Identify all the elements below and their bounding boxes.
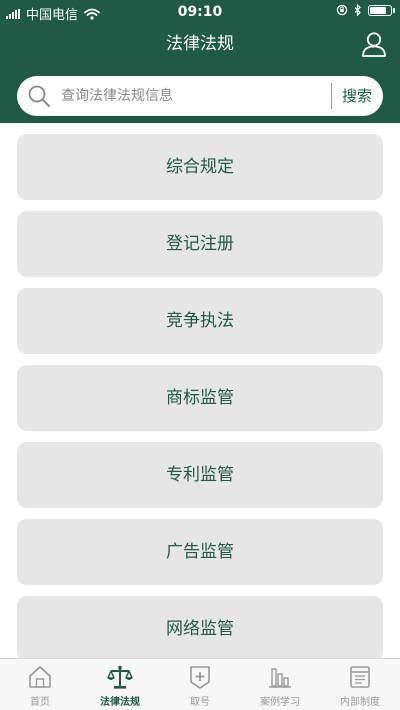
scales-icon — [107, 665, 133, 689]
bluetooth-icon — [354, 4, 361, 16]
category-item-network-supervision[interactable]: 网络监管 — [17, 596, 383, 662]
search-icon — [28, 85, 50, 107]
category-item-trademark-supervision[interactable]: 商标监管 — [17, 365, 383, 431]
battery-icon — [368, 4, 395, 16]
battery-level-fill — [370, 6, 386, 14]
home-icon — [29, 666, 51, 688]
tab-laws[interactable]: 法律法规 — [80, 659, 160, 710]
category-list: 综合规定 登记注册 竞争执法 商标监管 专利监管 广告监管 网络监管 — [17, 134, 383, 673]
app-header: 中国电信 09:10 法律法规 查询法律法规信息 搜索 — [0, 0, 400, 123]
tab-label: 首页 — [30, 697, 50, 708]
category-item-general-provisions[interactable]: 综合规定 — [17, 134, 383, 200]
category-item-advertising-supervision[interactable]: 广告监管 — [17, 519, 383, 585]
status-right — [336, 4, 395, 16]
tab-label: 法律法规 — [100, 697, 140, 708]
tab-take-number[interactable]: 取号 — [160, 659, 240, 710]
tab-label: 内部制度 — [340, 697, 380, 708]
status-bar: 中国电信 09:10 — [0, 0, 400, 26]
search-bar: 搜索 — [17, 76, 383, 116]
bottom-tab-bar: 首页 法律法规 取号 案例学习 内部制度 — [0, 658, 400, 710]
user-profile-icon[interactable] — [360, 30, 388, 58]
tab-label: 案例学习 — [260, 697, 300, 708]
ticket-icon — [190, 666, 210, 689]
tab-case-study[interactable]: 案例学习 — [240, 659, 320, 710]
chart-icon — [269, 668, 291, 688]
category-item-patent-supervision[interactable]: 专利监管 — [17, 442, 383, 508]
search-button[interactable]: 搜索 — [335, 80, 379, 112]
tab-label: 取号 — [190, 697, 210, 708]
tab-home[interactable]: 首页 — [0, 659, 80, 710]
page-title: 法律法规 — [166, 34, 234, 54]
category-item-registration[interactable]: 登记注册 — [17, 211, 383, 277]
document-icon — [350, 666, 370, 688]
search-input[interactable] — [61, 82, 341, 110]
category-item-competition-enforcement[interactable]: 竞争执法 — [17, 288, 383, 354]
orientation-lock-icon — [336, 4, 348, 16]
search-divider — [331, 83, 332, 109]
tab-internal-rules[interactable]: 内部制度 — [320, 659, 400, 710]
